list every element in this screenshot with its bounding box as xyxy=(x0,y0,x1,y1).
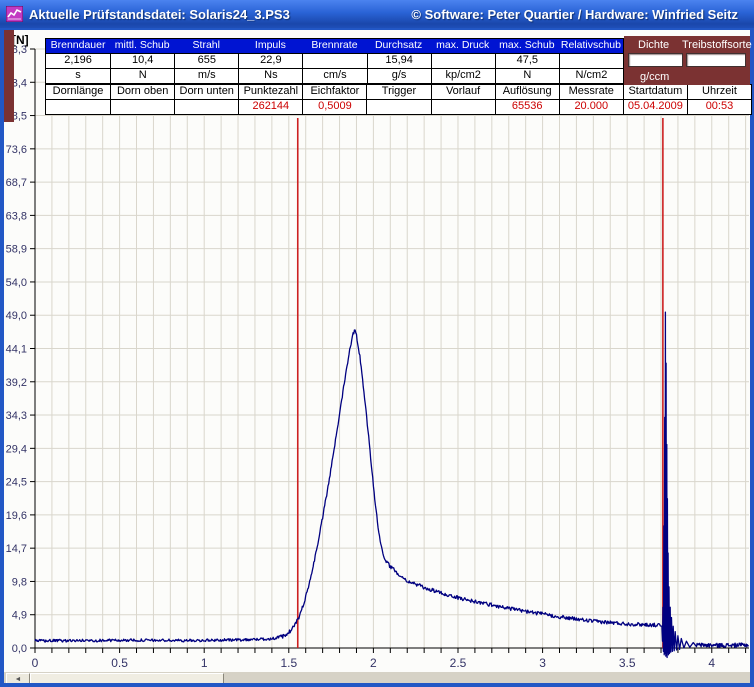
svg-text:2.5: 2.5 xyxy=(450,656,467,670)
table-unit-cell: m/s xyxy=(174,69,238,83)
results-table: Brenndauermittl. SchubStrahlImpulsBrennr… xyxy=(45,38,624,84)
table-value-cell xyxy=(366,100,430,114)
table-header-cell: Durchsatz xyxy=(367,39,431,53)
settings-header-row: DornlängeDorn obenDorn untenPunktezahlEi… xyxy=(46,85,751,99)
table-unit-cell: cm/s xyxy=(302,69,366,83)
table-header-cell: mittl. Schub xyxy=(110,39,174,53)
svg-text:0,0: 0,0 xyxy=(12,643,27,655)
settings-values-row: 2621440,5009 6553620.00005.04.200900:53 xyxy=(46,99,751,114)
thrust-chart[interactable]: 0,0 4,9 9,8 14,7 19,6 24,5 29,4 34,3 39,2 44,1 49,… xyxy=(4,30,750,672)
table-value-cell xyxy=(302,54,366,68)
table-header-cell: Vorlauf xyxy=(431,85,495,99)
svg-text:44,1: 44,1 xyxy=(6,344,27,356)
table-value-cell xyxy=(559,54,623,68)
table-header-cell: Relativschub xyxy=(559,39,623,53)
propellant-panel: Dichte Treibstoffsorte g/ccm xyxy=(624,36,750,85)
fuel-type-input[interactable] xyxy=(686,53,746,67)
svg-text:14,7: 14,7 xyxy=(6,543,27,555)
thrust-curve-plot: 0,0 4,9 9,8 14,7 19,6 24,5 29,4 34,3 39,2 44,1 49,… xyxy=(4,30,750,672)
table-header-cell: Uhrzeit xyxy=(687,85,751,99)
title-bar: Aktuelle Prüfstandsdatei: Solaris24_3.PS… xyxy=(0,0,754,28)
results-header-row: Brenndauermittl. SchubStrahlImpulsBrennr… xyxy=(46,39,623,53)
svg-text:3.5: 3.5 xyxy=(619,656,636,670)
table-header-cell: Punktezahl xyxy=(238,85,302,99)
table-value-cell: 10,4 xyxy=(110,54,174,68)
settings-table: DornlängeDorn obenDorn untenPunktezahlEi… xyxy=(45,84,752,115)
table-value-cell: 655 xyxy=(174,54,238,68)
table-unit-cell: g/s xyxy=(367,69,431,83)
svg-text:49,0: 49,0 xyxy=(6,310,27,322)
svg-text:29,4: 29,4 xyxy=(6,443,27,455)
table-header-cell: Strahl xyxy=(174,39,238,53)
form-background-strip xyxy=(4,30,14,122)
results-units-row: sNm/sNscm/sg/skp/cm2NN/cm2 xyxy=(46,68,623,83)
density-unit: g/ccm xyxy=(640,71,669,83)
svg-text:24,5: 24,5 xyxy=(6,477,27,489)
software-credit: © Software: Peter Quartier / Hardware: W… xyxy=(411,7,754,22)
table-unit-cell: N xyxy=(110,69,174,83)
table-header-cell: Brenndauer xyxy=(46,39,110,53)
scroll-left-button[interactable]: ◄ xyxy=(6,673,30,683)
svg-text:68,7: 68,7 xyxy=(6,177,27,189)
table-unit-cell: N xyxy=(495,69,559,83)
table-header-cell: max. Schub xyxy=(495,39,559,53)
horizontal-scrollbar[interactable]: ◄ xyxy=(4,672,750,683)
svg-text:0: 0 xyxy=(32,656,39,670)
table-header-cell: Startdatum xyxy=(623,85,687,99)
svg-text:[N]: [N] xyxy=(12,33,29,47)
svg-text:63,8: 63,8 xyxy=(6,210,27,222)
svg-text:2: 2 xyxy=(370,656,377,670)
scroll-thumb[interactable] xyxy=(30,673,224,683)
table-value-cell: 05.04.2009 xyxy=(623,100,687,114)
table-unit-cell: Ns xyxy=(238,69,302,83)
svg-text:58,9: 58,9 xyxy=(6,244,27,256)
svg-text:39,2: 39,2 xyxy=(6,377,27,389)
table-value-cell: 0,5009 xyxy=(302,100,366,114)
table-value-cell xyxy=(431,100,495,114)
table-header-cell: Eichfaktor xyxy=(302,85,366,99)
svg-text:9,8: 9,8 xyxy=(12,576,27,588)
table-header-cell: Dorn oben xyxy=(110,85,174,99)
svg-text:73,6: 73,6 xyxy=(6,144,27,156)
density-label: Dichte xyxy=(638,39,669,51)
svg-text:4: 4 xyxy=(708,656,715,670)
svg-text:1: 1 xyxy=(201,656,208,670)
table-value-cell xyxy=(174,100,238,114)
table-unit-cell: s xyxy=(46,69,110,83)
svg-text:19,6: 19,6 xyxy=(6,510,27,522)
table-value-cell: 20.000 xyxy=(559,100,623,114)
table-header-cell: Trigger xyxy=(366,85,430,99)
svg-text:3: 3 xyxy=(539,656,546,670)
table-header-cell: Messrate xyxy=(559,85,623,99)
table-header-cell: Auflösung xyxy=(495,85,559,99)
table-unit-cell: kp/cm2 xyxy=(431,69,495,83)
table-value-cell xyxy=(110,100,174,114)
table-header-cell: Dorn unten xyxy=(174,85,238,99)
svg-text:0.5: 0.5 xyxy=(111,656,128,670)
window-title: Aktuelle Prüfstandsdatei: Solaris24_3.PS… xyxy=(29,7,290,22)
table-unit-cell: N/cm2 xyxy=(559,69,623,83)
table-header-cell: max. Druck xyxy=(431,39,495,53)
table-value-cell: 2,196 xyxy=(46,54,110,68)
table-value-cell: 15,94 xyxy=(367,54,431,68)
svg-text:1.5: 1.5 xyxy=(280,656,297,670)
table-header-cell: Dornlänge xyxy=(46,85,110,99)
results-values-row: 2,19610,465522,9 15,94 47,5 xyxy=(46,53,623,68)
table-value-cell: 00:53 xyxy=(687,100,751,114)
density-input[interactable] xyxy=(628,53,683,67)
table-header-cell: Impuls xyxy=(238,39,302,53)
table-header-cell: Brennrate xyxy=(302,39,366,53)
fuel-type-label: Treibstoffsorte xyxy=(682,39,752,51)
table-value-cell: 47,5 xyxy=(495,54,559,68)
table-value-cell: 65536 xyxy=(495,100,559,114)
table-value-cell xyxy=(46,100,110,114)
svg-text:4,9: 4,9 xyxy=(12,610,27,622)
svg-text:54,0: 54,0 xyxy=(6,277,27,289)
table-value-cell: 262144 xyxy=(238,100,302,114)
table-value-cell xyxy=(431,54,495,68)
svg-text:34,3: 34,3 xyxy=(6,410,27,422)
table-value-cell: 22,9 xyxy=(238,54,302,68)
app-icon xyxy=(6,6,23,22)
